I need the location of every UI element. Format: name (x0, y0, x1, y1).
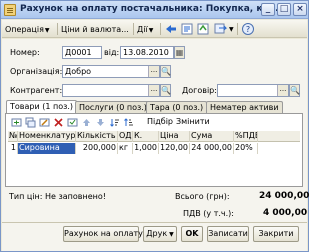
structure-icon[interactable] (180, 22, 194, 36)
price-cell[interactable]: 120,00 (159, 143, 190, 154)
goods-panel: Підбір Змінити № Номенклатура Кількість … (5, 113, 303, 187)
sort-descending-icon[interactable] (123, 117, 134, 128)
help-icon[interactable]: ? (241, 22, 255, 36)
toolbar-separator (57, 23, 58, 35)
refresh-icon[interactable] (196, 22, 210, 36)
document-icon (4, 4, 16, 16)
toolbar-separator (160, 23, 161, 35)
select-button[interactable]: ... (148, 66, 159, 77)
chevron-down-icon: ▼ (44, 27, 50, 34)
operation-menu[interactable]: Операція▼ (5, 23, 50, 36)
quantity-cell[interactable]: 200,000 (76, 143, 118, 154)
price-type-link[interactable]: Тип цін: Не заповнено! (9, 192, 106, 201)
tab-containers[interactable]: Тара (0 поз.) (146, 101, 208, 113)
document-window: Рахунок на оплату постачальника: Покупка… (0, 0, 309, 252)
select-button[interactable]: ... (277, 85, 288, 96)
chevron-down-icon: ▼ (167, 231, 174, 238)
number-field[interactable]: Д0001 (62, 46, 102, 59)
maximize-button[interactable]: □ (277, 3, 291, 16)
contract-label: Договір: (182, 86, 217, 95)
nomenclature-cell[interactable]: Сировина (18, 143, 76, 154)
sort-ascending-icon[interactable] (109, 117, 120, 128)
organization-field[interactable]: Добро ... (62, 65, 160, 78)
operation-menu-label: Операція (5, 25, 44, 34)
vat-label: ПДВ (у т.ч.): (183, 209, 234, 218)
pick-button[interactable]: Підбір (144, 116, 176, 129)
toolbar: Операція▼ Ціни й валюта... Дії▼ ▼ ? (2, 20, 307, 38)
window-title: Рахунок на оплату постачальника: Покупка… (20, 4, 283, 14)
column-header[interactable]: Сума (190, 131, 234, 142)
actions-menu-label: Дії (137, 25, 148, 34)
chevron-down-icon: ▼ (148, 27, 154, 34)
invoice-print-button[interactable]: Рахунок на оплату (63, 226, 143, 242)
unit-cell[interactable]: кг (118, 143, 133, 154)
print-label: Друк (146, 229, 168, 238)
open-icon[interactable]: 🔍 (160, 65, 171, 78)
move-up-icon[interactable] (81, 117, 92, 128)
open-icon[interactable]: 🔍 (289, 84, 300, 97)
column-header[interactable]: %ПДВ (234, 131, 258, 142)
vat-value: 4 000,00 (263, 208, 308, 218)
organization-value: Добро (65, 67, 92, 76)
row-number-cell[interactable]: 1 (8, 143, 18, 154)
toolbar-separator (133, 23, 134, 35)
column-header[interactable]: Номенклатура (18, 131, 76, 142)
column-header[interactable]: К. (133, 131, 159, 142)
contract-field[interactable]: ... (217, 84, 289, 97)
tab-intangible-assets[interactable]: Нематер активи (206, 101, 283, 113)
number-label: Номер: (10, 48, 40, 57)
coefficient-cell[interactable]: 1,000 (133, 143, 159, 154)
counterparty-label: Контрагент: (10, 86, 63, 95)
organization-label: Організація: (10, 67, 63, 76)
title-bar: Рахунок на оплату постачальника: Покупка… (1, 1, 308, 19)
add-row-icon[interactable] (11, 117, 22, 128)
date-label: від: (104, 48, 120, 57)
sum-cell[interactable]: 24 000,00 (190, 143, 234, 154)
total-label: Всього (грн): (175, 192, 230, 201)
close-button[interactable]: Закрити (253, 226, 299, 242)
column-header[interactable]: № (8, 131, 18, 142)
arrow-left-icon[interactable] (164, 22, 178, 36)
chevron-down-icon[interactable]: ▼ (229, 23, 234, 36)
tab-services[interactable]: Послуги (0 поз.) (75, 101, 151, 113)
edit-row-icon[interactable] (39, 117, 50, 128)
column-header[interactable]: ОД (118, 131, 133, 142)
minimize-button[interactable]: _ (261, 3, 275, 16)
column-header[interactable]: Кількість (76, 131, 118, 142)
select-button[interactable]: ... (148, 85, 159, 96)
table-toolbar: Підбір Змінити (8, 116, 300, 130)
save-button[interactable]: Записати (207, 226, 249, 242)
toolbar-separator (237, 23, 238, 35)
counterparty-field[interactable]: ... (62, 84, 160, 97)
actions-menu[interactable]: Дії▼ (137, 23, 153, 36)
open-icon[interactable]: 🔍 (160, 84, 171, 97)
print-menu-button[interactable]: Друк ▼ (143, 226, 177, 242)
divider (2, 222, 307, 223)
svg-text:?: ? (246, 25, 250, 34)
end-edit-icon[interactable] (67, 117, 78, 128)
copy-row-icon[interactable] (25, 117, 36, 128)
movements-icon[interactable] (214, 22, 228, 36)
column-header[interactable]: Ціна (159, 131, 190, 142)
prices-currency-label: Ціни й валюта... (61, 25, 129, 34)
table-header-row: № Номенклатура Кількість ОД К. Ціна Сума… (8, 131, 300, 142)
tab-goods[interactable]: Товари (1 поз.) (6, 100, 78, 113)
close-window-button[interactable]: × (293, 3, 307, 16)
total-value: 24 000,00 (259, 191, 310, 201)
prices-currency-button[interactable]: Ціни й валюта... (61, 23, 129, 36)
calendar-button[interactable]: ▦ (174, 46, 185, 59)
ok-button[interactable]: OK (181, 226, 203, 242)
change-button[interactable]: Змінити (173, 116, 213, 129)
date-value: 13.08.2010 (123, 48, 169, 57)
vat-rate-cell[interactable]: 20% (234, 143, 258, 154)
date-field[interactable]: 13.08.2010 (120, 46, 174, 59)
table-row[interactable]: 1 Сировина 200,000 кг 1,000 120,00 24 00… (8, 143, 300, 154)
delete-row-icon[interactable] (53, 117, 64, 128)
move-down-icon[interactable] (95, 117, 106, 128)
